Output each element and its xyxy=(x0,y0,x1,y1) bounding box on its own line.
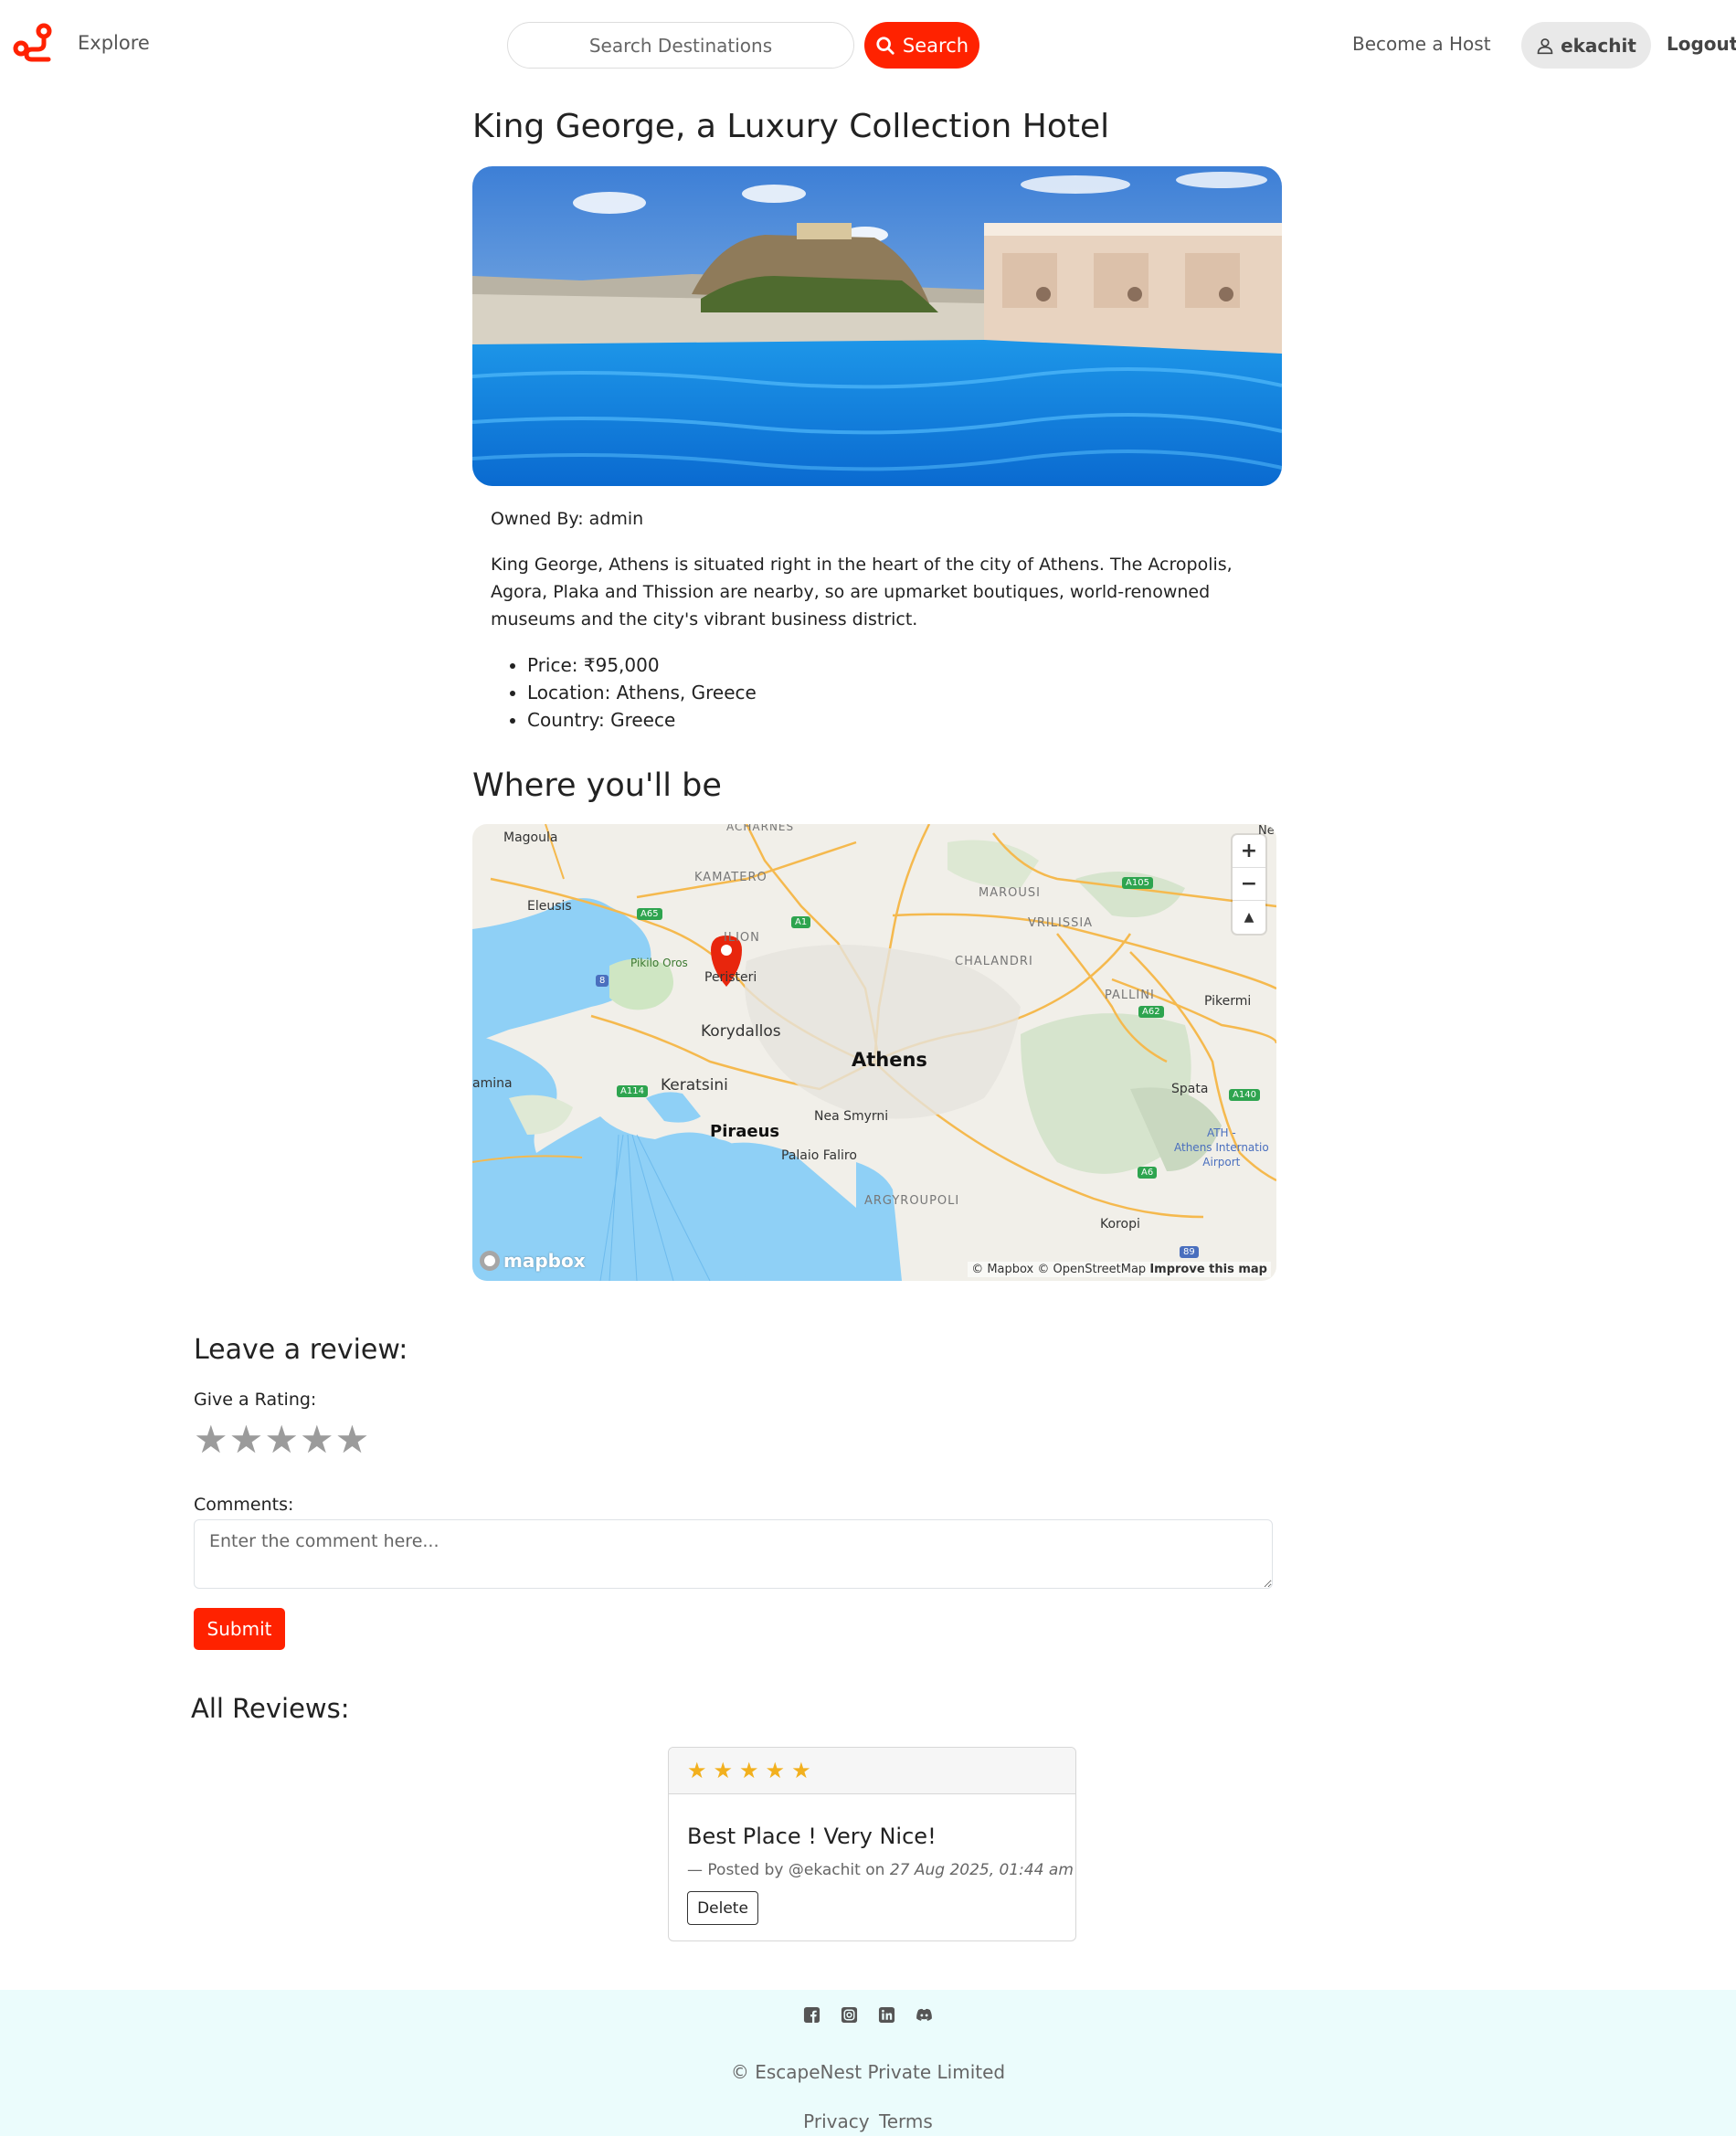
map-label-peristeri: Peristeri xyxy=(704,970,757,985)
review-card: ★ ★ ★ ★ ★ Best Place ! Very Nice! — Post… xyxy=(668,1747,1076,1941)
listing-title: King George, a Luxury Collection Hotel xyxy=(472,108,1110,145)
compass-button[interactable]: ▲ xyxy=(1233,901,1265,934)
search-icon xyxy=(876,36,894,55)
map-attribution-text[interactable]: © Mapbox © OpenStreetMap xyxy=(971,1263,1146,1276)
discord-icon[interactable] xyxy=(916,2006,933,2024)
navbar: Explore Search Become a Host ekachit Log… xyxy=(0,0,1736,91)
mapbox-logo-text: mapbox xyxy=(503,1250,586,1272)
map-label-pikilo-oros: Pikilo Oros xyxy=(630,957,688,969)
map-label-pikermi: Pikermi xyxy=(1204,994,1252,1009)
map-label-a105: A105 xyxy=(1122,877,1153,889)
review-rating: ★ ★ ★ ★ ★ xyxy=(669,1748,1075,1794)
rating-label: Give a Rating: xyxy=(194,1390,317,1410)
map-label-eleusis: Eleusis xyxy=(527,899,572,914)
review-comment: Best Place ! Very Nice! xyxy=(687,1824,937,1849)
map-label-a6: A6 xyxy=(1138,1167,1158,1179)
map-label-kamatero: KAMATERO xyxy=(694,871,767,884)
delete-review-button[interactable]: Delete xyxy=(687,1891,758,1925)
listing-country: Country: Greece xyxy=(527,706,757,734)
review-star-icon: ★ xyxy=(687,1758,707,1783)
map-label-keratsini: Keratsini xyxy=(661,1076,728,1094)
map-label-a62: A62 xyxy=(1138,1006,1164,1018)
map-label-route-89: 89 xyxy=(1180,1246,1199,1258)
nav-explore-link[interactable]: Explore xyxy=(78,32,150,54)
instagram-icon[interactable] xyxy=(841,2006,858,2024)
map-zoom-controls: + − ▲ xyxy=(1233,835,1265,934)
rating-stars-input: ★ ★ ★ ★ ★ xyxy=(194,1419,369,1461)
map-label-chalandri: CHALANDRI xyxy=(955,955,1033,968)
rating-star-5[interactable]: ★ xyxy=(335,1419,370,1461)
user-menu-button[interactable]: ekachit xyxy=(1521,22,1651,69)
map-label-a140: A140 xyxy=(1229,1089,1260,1101)
review-date: 27 Aug 2025, 01:44 am xyxy=(889,1861,1074,1879)
zoom-out-button[interactable]: − xyxy=(1233,868,1265,901)
map-label-palaio-faliro: Palaio Faliro xyxy=(781,1148,857,1163)
rating-star-2[interactable]: ★ xyxy=(229,1419,264,1461)
review-author: — Posted by @ekachit on xyxy=(687,1861,885,1879)
terms-link[interactable]: Terms xyxy=(879,2110,933,2132)
listing-location: Location: Athens, Greece xyxy=(527,679,757,706)
review-form-heading: Leave a review: xyxy=(194,1334,408,1366)
improve-map-link[interactable]: Improve this map xyxy=(1149,1263,1267,1276)
location-map[interactable]: ACHARNES Magoula KAMATERO MAROUSI A105 E… xyxy=(472,824,1276,1281)
map-label-salamina: amina xyxy=(472,1076,513,1091)
map-attribution: © Mapbox © OpenStreetMap Improve this ma… xyxy=(968,1262,1271,1277)
search-button-label: Search xyxy=(902,34,969,57)
map-label-vrilissia: VRILISSIA xyxy=(1028,916,1094,930)
mapbox-logo-icon xyxy=(480,1251,500,1271)
listing-image xyxy=(472,166,1282,486)
social-links xyxy=(0,2006,1736,2024)
listing-description: King George, Athens is situated right in… xyxy=(491,555,1233,629)
search-input[interactable] xyxy=(507,22,854,69)
review-star-icon: ★ xyxy=(765,1758,786,1783)
mapbox-logo[interactable]: mapbox xyxy=(480,1250,586,1272)
listing-owner: Owned By: admin xyxy=(491,509,644,529)
map-label-koropi: Koropi xyxy=(1100,1217,1140,1232)
map-label-a1: A1 xyxy=(791,916,811,928)
comments-label: Comments: xyxy=(194,1495,294,1515)
map-label-a114: A114 xyxy=(617,1085,648,1097)
footer-links: Privacy Terms xyxy=(0,2110,1736,2132)
become-host-link[interactable]: Become a Host xyxy=(1352,33,1491,55)
all-reviews-heading: All Reviews: xyxy=(191,1693,350,1724)
map-label-athens: Athens xyxy=(852,1049,927,1071)
map-label-airport: ATH - Athens Internatio Airport xyxy=(1174,1126,1269,1168)
submit-review-button[interactable]: Submit xyxy=(194,1608,285,1650)
user-icon xyxy=(1537,37,1553,54)
brand-logo-icon[interactable] xyxy=(12,22,54,64)
review-meta: — Posted by @ekachit on 27 Aug 2025, 01:… xyxy=(687,1861,1074,1879)
linkedin-icon[interactable] xyxy=(878,2006,895,2024)
footer: © EscapeNest Private Limited Privacy Ter… xyxy=(0,1990,1736,2136)
search-button[interactable]: Search xyxy=(864,22,979,69)
privacy-link[interactable]: Privacy xyxy=(803,2110,869,2132)
map-label-a65: A65 xyxy=(637,908,662,920)
map-heading: Where you'll be xyxy=(472,767,722,804)
username: ekachit xyxy=(1561,34,1636,57)
logout-link[interactable]: Logout xyxy=(1667,33,1736,55)
map-label-piraeus: Piraeus xyxy=(710,1122,780,1141)
rating-star-3[interactable]: ★ xyxy=(264,1419,299,1461)
zoom-in-button[interactable]: + xyxy=(1233,835,1265,868)
review-star-icon: ★ xyxy=(739,1758,759,1783)
map-label-magoula: Magoula xyxy=(503,830,558,845)
map-label-spata: Spata xyxy=(1171,1082,1209,1096)
rating-star-4[interactable]: ★ xyxy=(300,1419,334,1461)
map-label-nea-smyrni: Nea Smyrni xyxy=(814,1109,889,1124)
listing-facts: Price: ₹95,000 Location: Athens, Greece … xyxy=(527,651,757,734)
map-label-pallini: PALLINI xyxy=(1105,989,1155,1002)
listing-price: Price: ₹95,000 xyxy=(527,651,757,679)
map-label-ilion: ILION xyxy=(724,931,760,945)
map-label-argyroupoli: ARGYROUPOLI xyxy=(864,1194,960,1208)
facebook-icon[interactable] xyxy=(803,2006,820,2024)
map-label-acharnes: ACHARNES xyxy=(726,824,795,833)
copyright-text: © EscapeNest Private Limited xyxy=(730,2061,1006,2083)
comment-textarea[interactable] xyxy=(194,1519,1273,1589)
map-label-route-8: 8 xyxy=(596,975,609,987)
map-label-korydallos: Korydallos xyxy=(701,1022,781,1041)
review-star-icon: ★ xyxy=(713,1758,734,1783)
rating-star-1[interactable]: ★ xyxy=(194,1419,228,1461)
map-label-marousi: MAROUSI xyxy=(979,886,1041,900)
review-star-icon: ★ xyxy=(791,1758,811,1783)
